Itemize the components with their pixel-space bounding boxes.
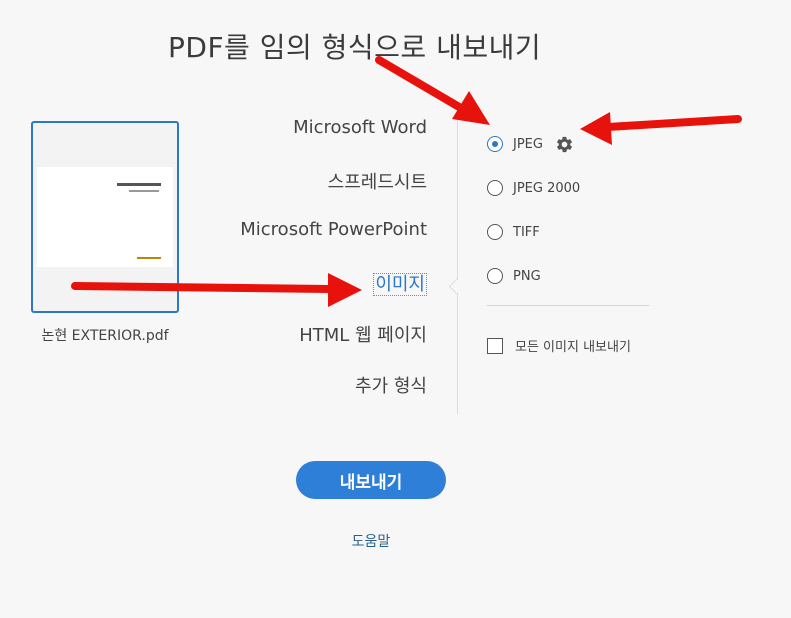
export-all-images-option[interactable]: 모든 이미지 내보내기 (487, 336, 631, 355)
format-label: Microsoft Word (293, 117, 427, 138)
format-item-powerpoint[interactable]: Microsoft PowerPoint (240, 219, 427, 270)
radio-button[interactable] (487, 136, 503, 152)
radio-tiff[interactable]: TIFF (487, 210, 580, 254)
radio-button[interactable] (487, 180, 503, 196)
export-all-images-checkbox[interactable] (487, 337, 503, 354)
radio-label: JPEG (513, 136, 543, 152)
format-label: Microsoft PowerPoint (240, 219, 427, 240)
format-label: HTML 웹 페이지 (299, 325, 427, 346)
radio-label: TIFF (513, 224, 540, 240)
format-item-word[interactable]: Microsoft Word (293, 117, 427, 168)
format-list: Microsoft Word 스프레드시트 Microsoft PowerPoi… (240, 117, 427, 423)
export-pdf-dialog: PDF를 임의 형식으로 내보내기 논현 EXTERIOR.pdf Micros… (0, 0, 791, 618)
radio-button[interactable] (487, 268, 503, 284)
radio-png[interactable]: PNG (487, 254, 580, 298)
format-item-more[interactable]: 추가 형식 (355, 372, 427, 423)
export-button[interactable]: 내보내기 (296, 461, 446, 499)
page-title: PDF를 임의 형식으로 내보내기 (168, 31, 542, 64)
arrow-to-settings (580, 112, 742, 145)
options-divider (487, 305, 649, 306)
format-item-spreadsheet[interactable]: 스프레드시트 (328, 168, 427, 219)
format-label: 추가 형식 (355, 376, 427, 397)
arrow-to-jpeg-radio (375, 56, 490, 125)
selection-pointer (448, 278, 465, 295)
format-label: 이미지 (373, 273, 427, 296)
panel-divider (457, 108, 458, 414)
image-format-options: JPEG JPEG 2000 TIFF PNG (487, 122, 580, 298)
thumbnail-page-preview (37, 167, 173, 267)
radio-jpeg2000[interactable]: JPEG 2000 (487, 166, 580, 210)
format-item-image[interactable]: 이미지 (373, 270, 427, 321)
help-link[interactable]: 도움말 (326, 531, 416, 551)
pdf-thumbnail[interactable] (31, 121, 179, 313)
radio-button[interactable] (487, 224, 503, 240)
file-name: 논현 EXTERIOR.pdf (41, 328, 169, 344)
radio-label: PNG (513, 268, 541, 284)
format-label: 스프레드시트 (327, 172, 427, 193)
radio-label: JPEG 2000 (513, 180, 581, 196)
gear-icon[interactable] (555, 135, 574, 154)
radio-jpeg[interactable]: JPEG (487, 122, 580, 166)
format-item-html[interactable]: HTML 웹 페이지 (299, 321, 427, 372)
checkbox-label: 모든 이미지 내보내기 (515, 340, 631, 355)
